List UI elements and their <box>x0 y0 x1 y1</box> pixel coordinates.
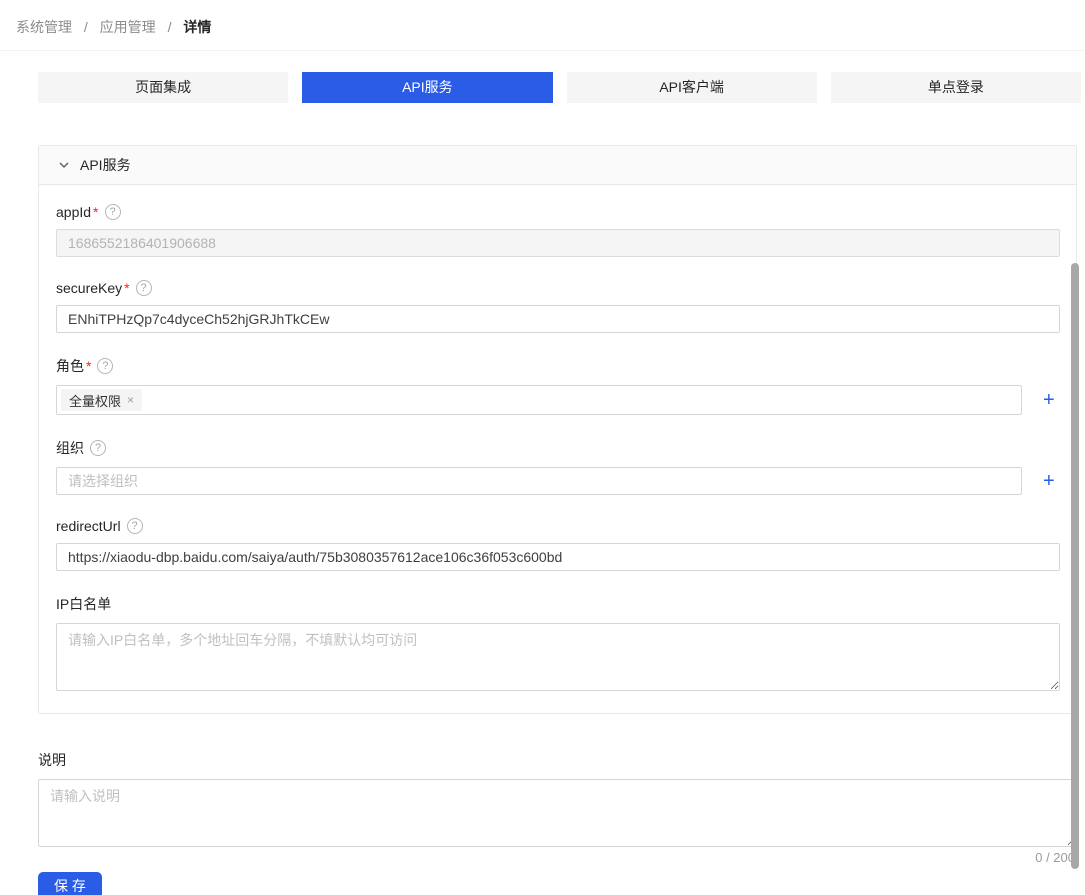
panel-collapse-header[interactable]: API服务 <box>39 146 1076 185</box>
field-ip-whitelist: IP白名单 <box>56 594 1059 691</box>
org-label: 组织 <box>56 438 84 458</box>
tab-api-client[interactable]: API客户端 <box>567 72 817 103</box>
required-asterisk: * <box>124 280 129 296</box>
breadcrumb-separator: / <box>168 19 172 35</box>
ip-whitelist-textarea[interactable] <box>56 623 1060 691</box>
description-label: 说明 <box>38 750 66 770</box>
breadcrumb-item-detail: 详情 <box>183 19 211 35</box>
panel-title: API服务 <box>80 155 131 175</box>
redirecturl-label: redirectUrl <box>56 518 121 534</box>
securekey-input[interactable] <box>56 305 1060 333</box>
help-icon[interactable]: ? <box>97 358 113 374</box>
field-description: 说明 0 / 200 <box>38 750 1077 865</box>
page: 系统管理 / 应用管理 / 详情 页面集成 API服务 API客户端 单点登录 … <box>0 0 1085 895</box>
field-role: 角色* ? 全量权限 × + <box>56 356 1059 415</box>
add-role-button[interactable]: + <box>1043 390 1055 410</box>
appid-label: appId <box>56 204 91 220</box>
help-icon[interactable]: ? <box>105 204 121 220</box>
breadcrumb-separator: / <box>84 19 88 35</box>
org-input-row: + <box>56 467 1059 495</box>
field-redirecturl: redirectUrl ? <box>56 518 1059 571</box>
role-tag-input[interactable]: 全量权限 × <box>56 385 1022 415</box>
description-label-row: 说明 <box>38 750 1077 770</box>
breadcrumb: 系统管理 / 应用管理 / 详情 <box>0 0 1085 51</box>
appid-label-row: appId* ? <box>56 204 1059 220</box>
add-org-button[interactable]: + <box>1043 471 1055 491</box>
securekey-label-row: secureKey* ? <box>56 280 1059 296</box>
appid-input <box>56 229 1060 257</box>
tab-api-service[interactable]: API服务 <box>302 72 552 103</box>
role-tag-text: 全量权限 <box>69 391 121 410</box>
chevron-down-icon <box>57 158 71 172</box>
api-service-panel: API服务 appId* ? secureKey* ? <box>38 145 1077 714</box>
field-appid: appId* ? <box>56 204 1059 257</box>
breadcrumb-item-system[interactable]: 系统管理 <box>16 19 72 35</box>
panel-body: appId* ? secureKey* ? 角色* ? <box>39 185 1076 713</box>
required-asterisk: * <box>86 358 91 374</box>
ip-whitelist-label-row: IP白名单 <box>56 594 1059 614</box>
securekey-label: secureKey <box>56 280 122 296</box>
tab-bar: 页面集成 API服务 API客户端 单点登录 <box>38 72 1081 103</box>
description-textarea[interactable] <box>38 779 1077 847</box>
ip-whitelist-label: IP白名单 <box>56 594 111 614</box>
field-org: 组织 ? + <box>56 438 1059 495</box>
redirecturl-label-row: redirectUrl ? <box>56 518 1059 534</box>
help-icon[interactable]: ? <box>127 518 143 534</box>
tab-page-integration[interactable]: 页面集成 <box>38 72 288 103</box>
role-input-row: 全量权限 × + <box>56 385 1059 415</box>
tag-close-icon[interactable]: × <box>127 393 134 407</box>
tab-sso[interactable]: 单点登录 <box>831 72 1081 103</box>
org-label-row: 组织 ? <box>56 438 1059 458</box>
org-select-input[interactable] <box>56 467 1022 495</box>
help-icon[interactable]: ? <box>136 280 152 296</box>
field-securekey: secureKey* ? <box>56 280 1059 333</box>
vertical-scrollbar-thumb[interactable] <box>1071 263 1079 869</box>
breadcrumb-item-apps[interactable]: 应用管理 <box>100 19 156 35</box>
save-button[interactable]: 保 存 <box>38 872 102 895</box>
char-counter: 0 / 200 <box>38 850 1077 865</box>
redirecturl-input[interactable] <box>56 543 1060 571</box>
required-asterisk: * <box>93 204 98 220</box>
role-tag: 全量权限 × <box>61 389 142 411</box>
role-label: 角色 <box>56 356 84 376</box>
help-icon[interactable]: ? <box>90 440 106 456</box>
role-label-row: 角色* ? <box>56 356 1059 376</box>
